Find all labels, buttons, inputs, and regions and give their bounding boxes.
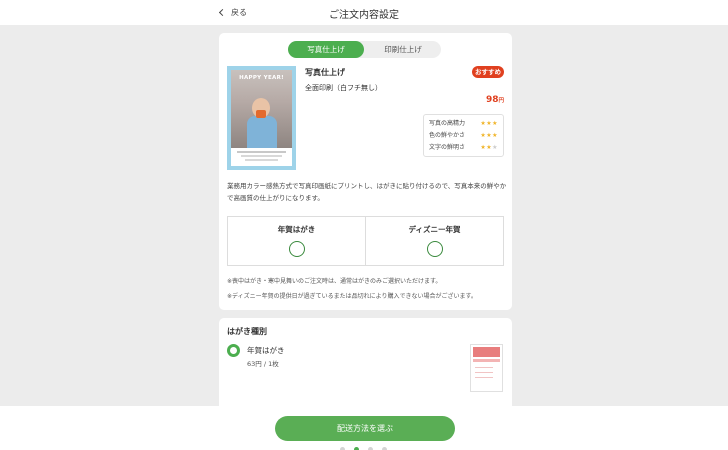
card-type-price: 63円 / 1枚 xyxy=(247,360,279,368)
thumbnail-title: HAPPY YEAR! xyxy=(239,75,284,81)
rating-row: 文字の鮮明さ ★★★ xyxy=(429,142,498,154)
product-subtitle: 全面印刷（白フチ無し） xyxy=(305,84,382,92)
product-thumbnail: HAPPY YEAR! xyxy=(227,66,296,170)
baby-photo: HAPPY YEAR! xyxy=(231,70,292,148)
option-disney-nenga[interactable]: ディズニー年賀 xyxy=(365,217,503,265)
card-type-section: はがき種別 年賀はがき 63円 / 1枚 xyxy=(219,318,512,419)
choose-shipping-button[interactable]: 配送方法を選ぶ xyxy=(275,416,455,441)
card-type-name: 年賀はがき xyxy=(247,346,285,355)
rating-row: 写真の高精力 ★★★ xyxy=(429,118,498,130)
product-price: 98円 xyxy=(485,95,504,105)
product-description: 業務用カラー感熱方式で写真印画紙にプリントし、はがきに貼り付けるので、写真本来の… xyxy=(227,182,507,202)
rating-box: 写真の高精力 ★★★ 色の鮮やかさ ★★★ 文字の鮮明さ ★★★ xyxy=(423,114,504,157)
top-bar: 戻る ご注文内容設定 xyxy=(0,0,728,25)
tab-photo-finish[interactable]: 写真仕上げ xyxy=(288,41,364,58)
card-option-group: 年賀はがき ディズニー年賀 xyxy=(227,216,504,266)
finish-segmented-control: 写真仕上げ 印刷仕上げ xyxy=(288,41,441,58)
star-icons: ★★★ xyxy=(480,120,498,127)
postcard-thumbnail xyxy=(470,344,503,392)
radio-selected-icon[interactable] xyxy=(227,344,240,357)
section-title: はがき種別 xyxy=(227,327,267,336)
finish-card: 写真仕上げ 印刷仕上げ HAPPY YEAR! 写真仕上げ 全面印刷（白フチ無し… xyxy=(219,33,512,310)
page-title: ご注文内容設定 xyxy=(329,10,399,21)
option-nenga-hagaki[interactable]: 年賀はがき xyxy=(228,217,365,265)
product-name: 写真仕上げ xyxy=(305,68,345,77)
rating-row: 色の鮮やかさ ★★★ xyxy=(429,130,498,142)
radio-circle-icon[interactable] xyxy=(288,241,305,257)
note-text: ※喪中はがき・寒中見舞いのご注文時は、通常はがきのみご選択いただけます。 xyxy=(227,278,442,285)
radio-circle-icon[interactable] xyxy=(426,241,443,257)
tab-print-finish[interactable]: 印刷仕上げ xyxy=(365,41,441,58)
recommended-badge: おすすめ xyxy=(472,66,504,78)
note-text: ※ディズニー年賀の提供日が過ぎているまたは品切れにより購入できない場合がございま… xyxy=(227,293,477,300)
star-icons: ★★★ xyxy=(480,144,498,151)
star-icons: ★★★ xyxy=(480,132,498,139)
bottom-bar: 配送方法を選ぶ xyxy=(0,406,728,450)
